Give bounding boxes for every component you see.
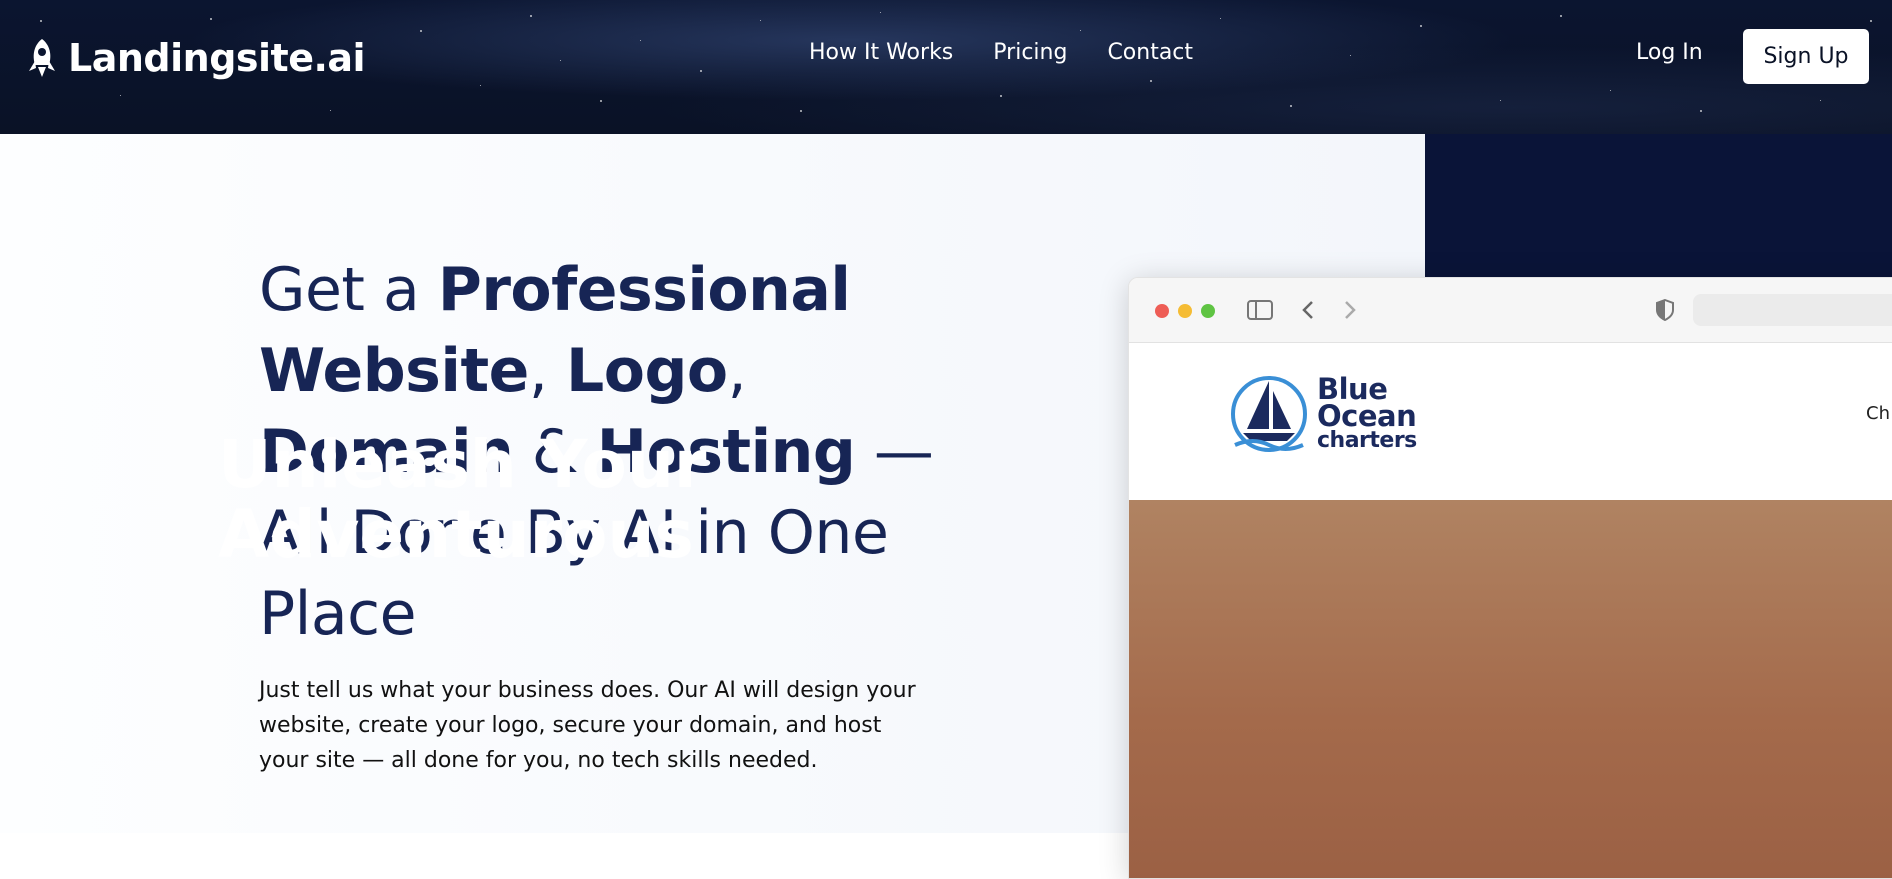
mockup-nav-item: Ch — [1866, 403, 1890, 424]
back-icon — [1302, 301, 1313, 319]
forward-icon — [1345, 301, 1356, 319]
main-nav: How It Works Pricing Contact — [809, 40, 1193, 65]
nav-link-how-it-works[interactable]: How It Works — [809, 40, 953, 65]
hero-subtext: Just tell us what your business does. Ou… — [259, 678, 916, 773]
mockup-logo: Blue Ocean charters — [1229, 369, 1417, 459]
mockup-hero-title: Unleash Your Adventurous — [218, 426, 707, 573]
close-dot-icon — [1155, 304, 1169, 318]
signup-button[interactable]: Sign Up — [1743, 29, 1869, 84]
sidebar-icon — [1247, 300, 1273, 320]
nav-link-pricing[interactable]: Pricing — [993, 40, 1067, 65]
login-link[interactable]: Log In — [1636, 40, 1703, 65]
maximize-dot-icon — [1201, 304, 1215, 318]
sailboat-logo-icon — [1231, 376, 1307, 452]
browser-mockup: Blue Ocean charters Ch — [1128, 277, 1892, 879]
mockup-site-header: Blue Ocean charters Ch — [1129, 343, 1892, 501]
mockup-logo-line3: charters — [1317, 428, 1417, 453]
mockup-hero-image — [1129, 500, 1892, 878]
address-bar — [1693, 294, 1892, 326]
shield-icon — [1656, 299, 1674, 321]
mockup-logo-line2: Ocean — [1317, 399, 1417, 433]
brand-name: Landingsite.ai — [68, 36, 366, 80]
site-header: Landingsite.ai How It Works Pricing Cont… — [0, 0, 1892, 134]
rocket-icon — [29, 39, 55, 77]
nav-link-contact[interactable]: Contact — [1107, 40, 1193, 65]
brand-logo[interactable]: Landingsite.ai — [26, 33, 366, 83]
hero-dark-panel — [1425, 134, 1892, 279]
browser-chrome — [1129, 278, 1892, 343]
minimize-dot-icon — [1178, 304, 1192, 318]
